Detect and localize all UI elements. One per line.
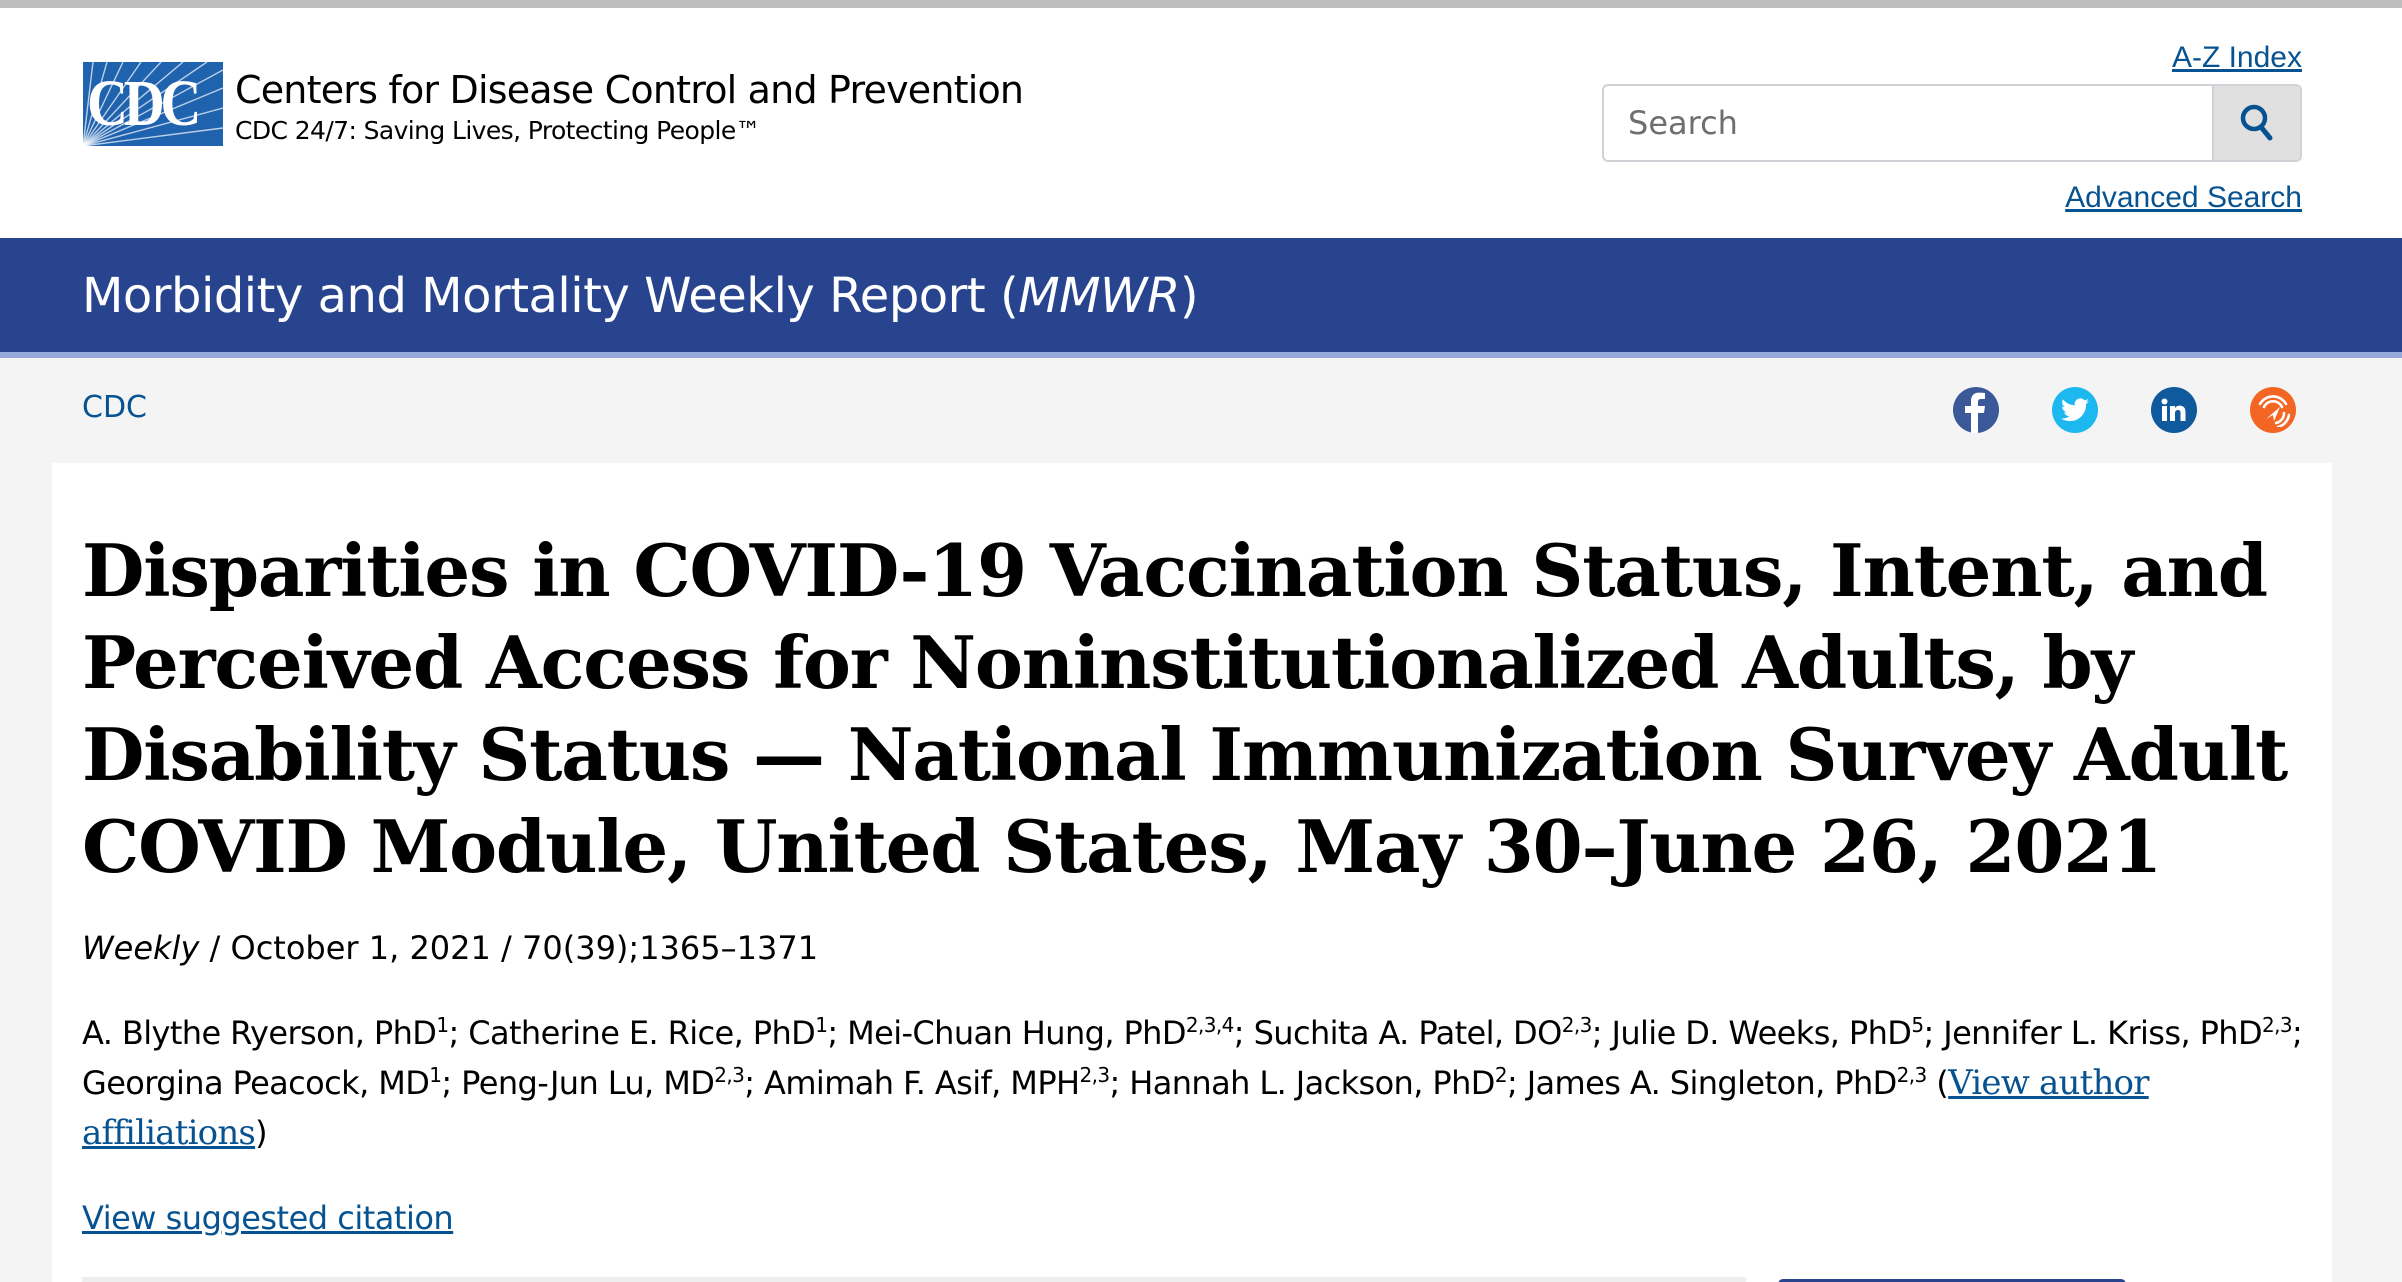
author-name: Julie D. Weeks, PhD [1611, 1014, 1912, 1052]
cdc-logo-mark: CDC [83, 62, 223, 146]
author-affiliation-marker: 1 [429, 1063, 442, 1087]
search-box [1602, 84, 2302, 162]
author-affiliation-marker: 2 [1494, 1063, 1508, 1087]
author-affiliation-marker: 5 [1911, 1013, 1924, 1037]
logo-letters: CDC [87, 67, 201, 140]
author-name: Mei-Chuan Hung, PhD [847, 1014, 1186, 1052]
linkedin-icon[interactable] [2151, 387, 2197, 433]
meta-series: Weekly [82, 929, 200, 967]
article-title: Disparities in COVID-19 Vaccination Stat… [82, 528, 2288, 889]
author-name: Georgina Peacock, MD [82, 1064, 430, 1102]
banner-title-prefix: Morbidity and Mortality Weekly Report ( [82, 268, 1019, 324]
az-index-link[interactable]: A-Z Index [2172, 41, 2302, 75]
breadcrumb: CDC [82, 390, 147, 425]
author-name: Hannah L. Jackson, PhD [1129, 1064, 1495, 1102]
author-affiliation-marker: 2,3 [2262, 1013, 2293, 1037]
article-card: Disparities in COVID-19 Vaccination Stat… [52, 463, 2332, 1282]
org-name: Centers for Disease Control and Preventi… [235, 68, 1024, 112]
author-affiliation-marker: 1 [815, 1013, 828, 1037]
author-affiliation-marker: 1 [436, 1013, 449, 1037]
author-name: A. Blythe Ryerson, PhD [82, 1014, 437, 1052]
syndication-icon[interactable] [2250, 387, 2296, 433]
banner-title-suffix: ) [1179, 268, 1199, 324]
banner-title-italic: MMWR [1018, 268, 1180, 324]
author-affiliation-marker: 2,3 [714, 1063, 745, 1087]
browser-top-strip [0, 0, 2402, 8]
advanced-search-link[interactable]: Advanced Search [2065, 181, 2302, 215]
author-name: James A. Singleton, PhD [1526, 1064, 1898, 1102]
author-name: Jennifer L. Kriss, PhD [1943, 1014, 2263, 1052]
breadcrumb-item-cdc[interactable]: CDC [82, 390, 147, 425]
search-icon [2240, 104, 2273, 141]
search-button[interactable] [2212, 86, 2300, 160]
meta-issue: / October 1, 2021 / 70(39);1365–1371 [199, 929, 819, 967]
author-affiliation-marker: 2,3 [1561, 1013, 1593, 1037]
view-suggested-citation-link[interactable]: View suggested citation [82, 1199, 454, 1237]
banner-stripe [0, 352, 2402, 358]
author-name: Catherine E. Rice, PhD [468, 1014, 816, 1052]
author-name: Peng-Jun Lu, MD [461, 1064, 715, 1102]
author-affiliation-marker: 2,3,4 [1185, 1013, 1234, 1037]
author-affiliation-marker: 2,3 [1896, 1063, 1928, 1087]
social-share-bar [1953, 387, 2296, 433]
author-list: A. Blythe Ryerson, PhD1; Catherine E. Ri… [82, 1013, 2303, 1153]
twitter-icon[interactable] [2052, 387, 2098, 433]
author-affiliation-marker: 2,3 [1079, 1063, 1110, 1087]
cdc-logo[interactable]: CDC Centers for Disease Control and Prev… [83, 62, 1024, 146]
summary-box-top [82, 1277, 1746, 1282]
banner-title[interactable]: Morbidity and Mortality Weekly Report (M… [82, 266, 1199, 326]
search-input[interactable] [1604, 86, 2212, 160]
author-name: Suchita A. Patel, DO [1253, 1014, 1563, 1052]
site-header: CDC Centers for Disease Control and Prev… [0, 8, 2402, 238]
facebook-icon[interactable] [1953, 387, 1999, 433]
mmwr-banner: Morbidity and Mortality Weekly Report (M… [0, 238, 2402, 352]
article-meta: Weekly / October 1, 2021 / 70(39);1365–1… [82, 926, 818, 970]
org-tagline: CDC 24/7: Saving Lives, Protecting Peopl… [235, 116, 761, 145]
author-name: Amimah F. Asif, MPH [764, 1064, 1080, 1102]
